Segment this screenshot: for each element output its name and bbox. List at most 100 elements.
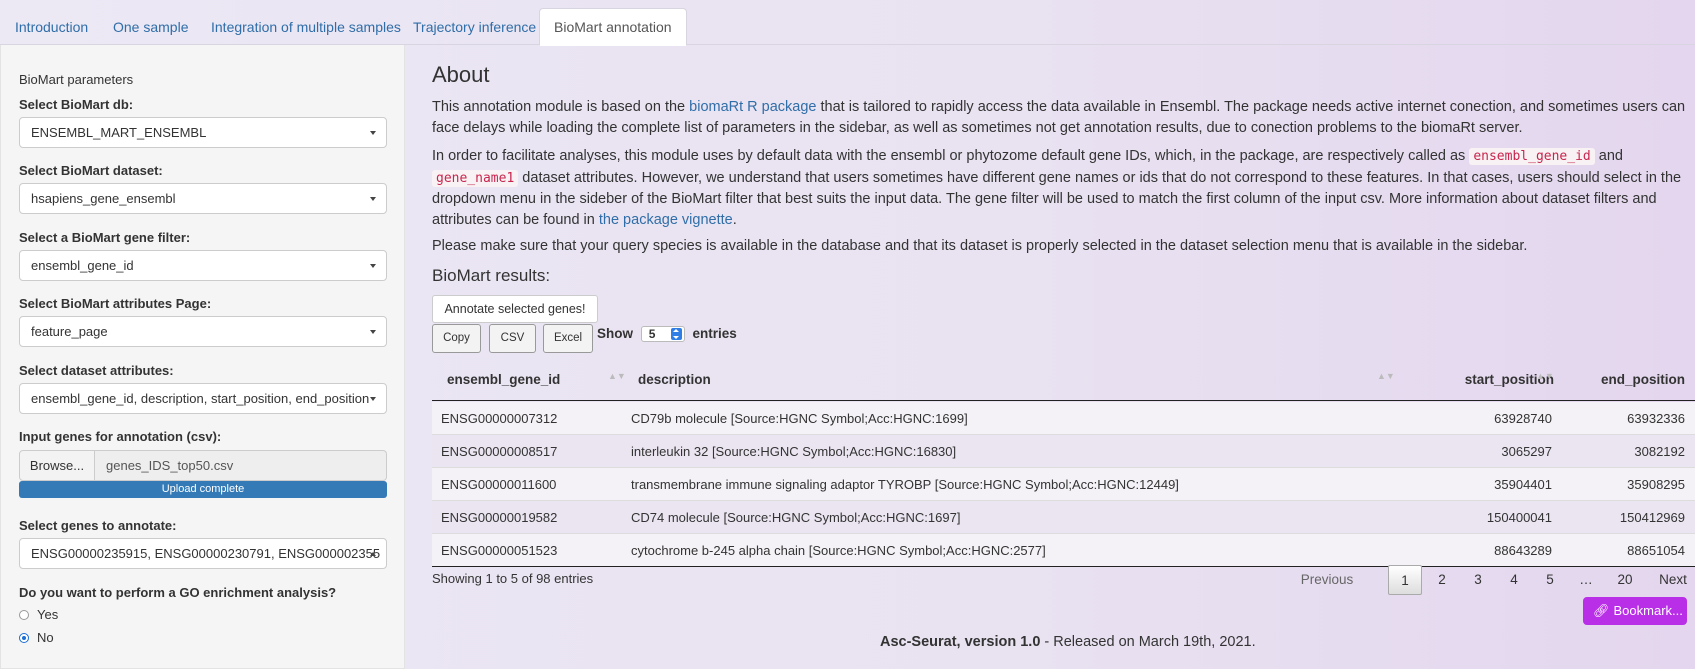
filter-label: Select a BioMart gene filter: bbox=[19, 230, 191, 245]
cell-end: 63932336 bbox=[1627, 411, 1685, 426]
attributes-page-select[interactable]: feature_page bbox=[19, 316, 387, 347]
filter-select[interactable]: ensembl_gene_id bbox=[19, 250, 387, 281]
cell-description: transmembrane immune signaling adaptor T… bbox=[631, 477, 1179, 492]
cell-start: 35904401 bbox=[1494, 477, 1552, 492]
biomart-package-link[interactable]: biomaRt R package bbox=[689, 99, 816, 115]
pagination-page-4[interactable]: 4 bbox=[1502, 565, 1526, 595]
about-paragraph-3: Please make sure that your query species… bbox=[432, 238, 1528, 254]
cell-end: 3082192 bbox=[1634, 444, 1685, 459]
code-gene-name1: gene_name1 bbox=[432, 169, 519, 187]
csv-button[interactable]: CSV bbox=[489, 324, 536, 353]
entries-select[interactable]: 5 bbox=[640, 326, 685, 343]
cell-description: cytochrome b-245 alpha chain [Source:HGN… bbox=[631, 543, 1046, 558]
input-genes-label: Input genes for annotation (csv): bbox=[19, 429, 222, 444]
excel-button[interactable]: Excel bbox=[543, 324, 593, 353]
cell-start: 3065297 bbox=[1501, 444, 1552, 459]
chevron-down-icon bbox=[370, 397, 376, 401]
attributes-label: Select dataset attributes: bbox=[19, 363, 174, 378]
upload-progress-bar: Upload complete bbox=[19, 481, 387, 498]
cell-start: 63928740 bbox=[1494, 411, 1552, 426]
pagination-ellipsis: … bbox=[1579, 572, 1593, 587]
chevron-down-icon bbox=[370, 131, 376, 135]
attributes-page-label: Select BioMart attributes Page: bbox=[19, 296, 212, 311]
dataset-select[interactable]: hsapiens_gene_ensembl bbox=[19, 183, 387, 214]
cell-end: 35908295 bbox=[1627, 477, 1685, 492]
col-description[interactable]: description bbox=[638, 372, 711, 387]
radio-unselected-icon bbox=[19, 610, 29, 620]
pagination-page-3[interactable]: 3 bbox=[1466, 565, 1490, 595]
chevron-down-icon bbox=[370, 264, 376, 268]
table-info: Showing 1 to 5 of 98 entries bbox=[432, 571, 594, 586]
entries-label: entries bbox=[692, 326, 737, 341]
cell-description: interleukin 32 [Source:HGNC Symbol;Acc:H… bbox=[631, 444, 957, 459]
package-vignette-link[interactable]: the package vignette bbox=[599, 212, 733, 228]
attributes-select[interactable]: ensembl_gene_id, description, start_posi… bbox=[19, 383, 387, 414]
go-radio-no-label: No bbox=[37, 630, 54, 645]
chevron-up-icon bbox=[370, 552, 376, 556]
pagination-page-5[interactable]: 5 bbox=[1538, 565, 1562, 595]
about-paragraph-2: In order to facilitate analyses, this mo… bbox=[432, 148, 1682, 228]
tab-bar: Introduction One sample Integration of m… bbox=[0, 0, 1695, 46]
chevron-down-icon bbox=[370, 330, 376, 334]
table-row: ENSG00000051523 cytochrome b-245 alpha c… bbox=[432, 534, 1695, 567]
show-label: Show bbox=[597, 326, 633, 341]
attributes-page-value: feature_page bbox=[31, 324, 108, 339]
tab-one-sample[interactable]: One sample bbox=[98, 8, 203, 45]
tab-integration[interactable]: Integration of multiple samples bbox=[196, 8, 416, 45]
pagination-next[interactable]: Next bbox=[1653, 565, 1693, 595]
bookmark-button[interactable]: 🔗︎ Bookmark... bbox=[1583, 597, 1687, 625]
table-row: ENSG00000019582 CD74 molecule [Source:HG… bbox=[432, 501, 1695, 534]
link-icon: 🔗︎ bbox=[1593, 603, 1610, 618]
genes-select[interactable]: ENSG00000235915, ENSG00000230791, ENSG00… bbox=[19, 538, 387, 569]
sort-icon: ▲▼ bbox=[1377, 371, 1395, 381]
go-radio-no[interactable]: No bbox=[19, 630, 54, 645]
cell-start: 88643289 bbox=[1494, 543, 1552, 558]
db-label: Select BioMart db: bbox=[19, 97, 134, 112]
pagination-page-20[interactable]: 20 bbox=[1610, 565, 1640, 595]
table-row: ENSG00000011600 transmembrane immune sig… bbox=[432, 468, 1695, 501]
tab-biomart[interactable]: BioMart annotation bbox=[539, 8, 687, 46]
entries-length-control: Show 5 entries bbox=[597, 326, 737, 343]
file-name-field[interactable]: genes_IDS_top50.csv bbox=[95, 450, 387, 481]
go-radio-yes[interactable]: Yes bbox=[19, 607, 58, 622]
attributes-select-value: ensembl_gene_id, description, start_posi… bbox=[31, 391, 370, 406]
stepper-icon bbox=[670, 328, 682, 341]
file-input: Browse... genes_IDS_top50.csv bbox=[19, 450, 387, 481]
col-end-position[interactable]: end_position bbox=[1585, 372, 1685, 387]
tab-introduction[interactable]: Introduction bbox=[0, 8, 103, 45]
filter-select-value: ensembl_gene_id bbox=[31, 258, 134, 273]
footer: Asc-Seurat, version 1.0 - Released on Ma… bbox=[880, 634, 1256, 650]
annotate-button[interactable]: Annotate selected genes! bbox=[432, 295, 598, 323]
bookmark-label: Bookmark... bbox=[1613, 603, 1683, 618]
sidebar-panel: BioMart parameters Select BioMart db: EN… bbox=[0, 45, 405, 669]
cell-description: CD79b molecule [Source:HGNC Symbol;Acc:H… bbox=[631, 411, 968, 426]
sort-icon: ▲▼ bbox=[608, 371, 626, 381]
chevron-down-icon bbox=[370, 197, 376, 201]
cell-description: CD74 molecule [Source:HGNC Symbol;Acc:HG… bbox=[631, 510, 961, 525]
genes-select-value: ENSG00000235915, ENSG00000230791, ENSG00… bbox=[31, 546, 381, 561]
cell-gene-id: ENSG00000008517 bbox=[441, 444, 558, 459]
cell-gene-id: ENSG00000019582 bbox=[441, 510, 558, 525]
cell-gene-id: ENSG00000007312 bbox=[441, 411, 558, 426]
pagination-page-1[interactable]: 1 bbox=[1388, 565, 1422, 595]
tab-trajectory[interactable]: Trajectory inference bbox=[398, 8, 551, 45]
sidebar-title: BioMart parameters bbox=[19, 72, 134, 87]
pagination-previous[interactable]: Previous bbox=[1292, 565, 1362, 595]
col-ensembl-gene-id[interactable]: ensembl_gene_id bbox=[447, 372, 560, 387]
cell-start: 150400041 bbox=[1486, 510, 1552, 525]
db-select[interactable]: ENSEMBL_MART_ENSEMBL bbox=[19, 117, 387, 148]
table-row: ENSG00000008517 interleukin 32 [Source:H… bbox=[432, 435, 1695, 468]
about-paragraph-1: This annotation module is based on the b… bbox=[432, 99, 1686, 136]
copy-button[interactable]: Copy bbox=[432, 324, 481, 353]
browse-button[interactable]: Browse... bbox=[19, 450, 95, 481]
cell-end: 150412969 bbox=[1619, 510, 1685, 525]
main-panel: About This annotation module is based on… bbox=[432, 45, 1695, 669]
footer-release: - Released on March 19th, 2021. bbox=[1040, 634, 1256, 650]
cell-end: 88651054 bbox=[1627, 543, 1685, 558]
results-heading: BioMart results: bbox=[432, 266, 551, 285]
genes-label: Select genes to annotate: bbox=[19, 518, 177, 533]
dataset-label: Select BioMart dataset: bbox=[19, 163, 163, 178]
pagination-page-2[interactable]: 2 bbox=[1430, 565, 1454, 595]
db-select-value: ENSEMBL_MART_ENSEMBL bbox=[31, 125, 207, 140]
dataset-select-value: hsapiens_gene_ensembl bbox=[31, 191, 176, 206]
